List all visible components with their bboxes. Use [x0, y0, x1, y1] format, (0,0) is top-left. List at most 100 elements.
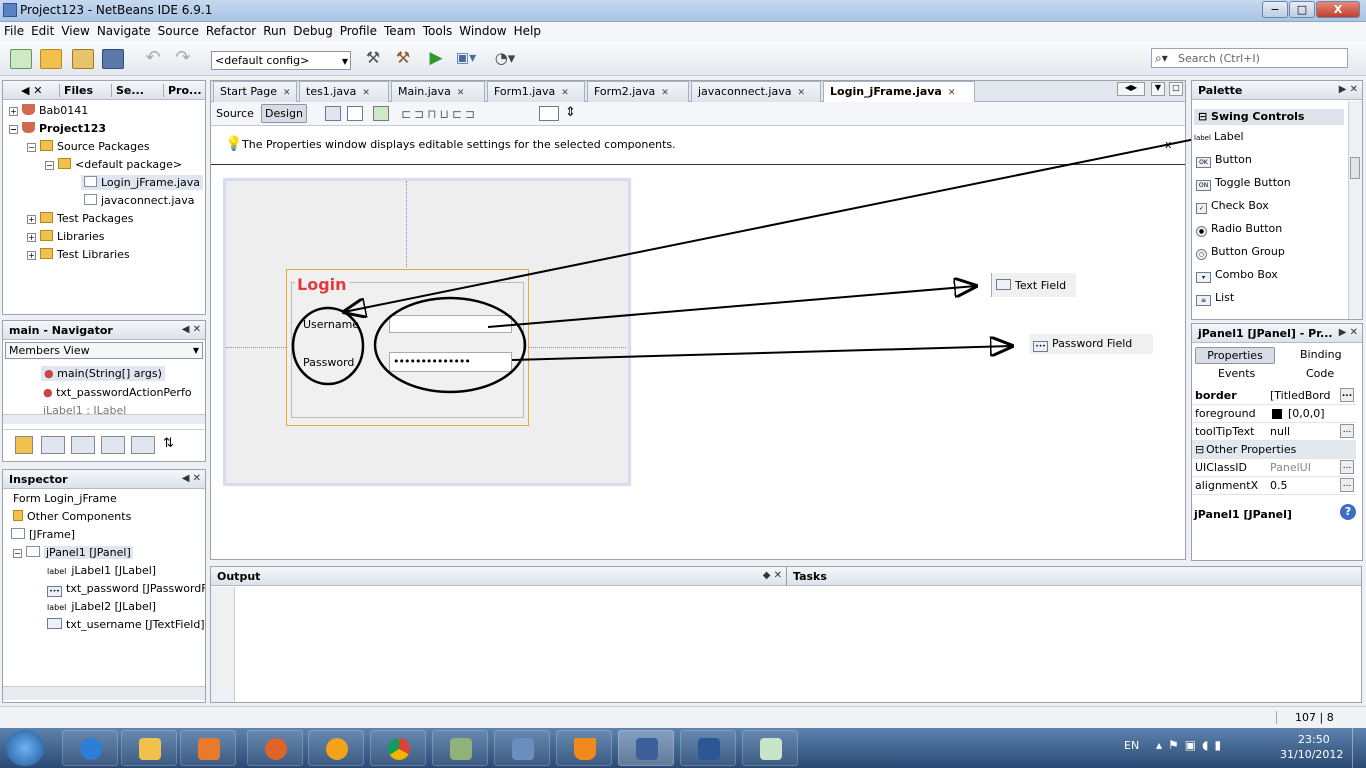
firefox-icon: [265, 738, 287, 760]
property-key: foreground: [1195, 407, 1256, 420]
toggle-button-icon: ON: [1196, 180, 1211, 191]
property-row-alignmentx[interactable]: alignmentX 0.5...: [1192, 477, 1356, 495]
palette-item-check-box[interactable]: ✓ Check Box: [1196, 199, 1269, 214]
tasks-tab[interactable]: Tasks: [786, 567, 1361, 586]
palette-scrollbar[interactable]: [1348, 101, 1362, 319]
palette-item-text: List: [1215, 291, 1235, 304]
property-row-uiclassid[interactable]: UIClassID PanelUI...: [1192, 459, 1356, 477]
window-icon: [450, 738, 472, 760]
properties-title: jPanel1 [JPanel] - Pr...: [1198, 327, 1333, 340]
palette-item-radio-button[interactable]: ● Radio Button: [1196, 222, 1282, 237]
tasks-label: Tasks: [793, 570, 827, 583]
caret-position: 107 | 8: [1276, 711, 1334, 724]
taskbar-virtualbox[interactable]: [494, 730, 550, 766]
start-button[interactable]: [6, 730, 44, 766]
taskbar-chrome[interactable]: [370, 730, 426, 766]
tray-icons[interactable]: ▴⚑▣◖▮: [1156, 738, 1227, 752]
palette-header: Palette ▶ ✕: [1192, 81, 1362, 100]
properties-tab-events[interactable]: Events: [1218, 367, 1255, 380]
palette-category-swing-controls[interactable]: ⊟ Swing Controls: [1194, 109, 1344, 125]
palette-item-text: Button: [1215, 153, 1252, 166]
section-label: Other Properties: [1206, 443, 1297, 456]
taskbar-explorer[interactable]: [121, 730, 177, 766]
clock-date[interactable]: 31/10/2012: [1280, 748, 1343, 761]
property-key: alignmentX: [1195, 479, 1259, 492]
label-icon: label: [1194, 134, 1211, 142]
show-desktop-button[interactable]: [1352, 728, 1366, 768]
panel-controls-icon[interactable]: ▶ ✕: [1339, 84, 1358, 95]
property-editor-button[interactable]: ...: [1340, 460, 1354, 474]
palette-item-label[interactable]: label Label: [1194, 130, 1244, 143]
property-row-border[interactable]: border [TitledBorde...: [1192, 387, 1356, 405]
properties-header: jPanel1 [JPanel] - Pr... ▶ ✕: [1192, 324, 1362, 343]
palette-item-text: Button Group: [1211, 245, 1285, 258]
palette-item-list[interactable]: ≡ List: [1196, 291, 1234, 306]
taskbar-app[interactable]: [432, 730, 488, 766]
collapse-icon[interactable]: ⊟: [1198, 110, 1211, 123]
palette-item-text: Toggle Button: [1215, 176, 1291, 189]
taskbar-firefox[interactable]: [247, 730, 303, 766]
output-header: Output ◆ ✕: [211, 567, 786, 586]
taskbar-vlc[interactable]: [556, 730, 612, 766]
language-indicator[interactable]: EN: [1124, 739, 1139, 752]
list-icon: ≡: [1196, 295, 1211, 306]
taskbar-notes[interactable]: [742, 730, 798, 766]
property-key: toolTipText: [1195, 425, 1255, 438]
property-value: PanelUI: [1270, 461, 1311, 474]
property-editor-button[interactable]: ...: [1340, 478, 1354, 492]
palette-item-button-group[interactable]: ○ Button Group: [1196, 245, 1285, 260]
palette-item-combo-box[interactable]: ▾ Combo Box: [1196, 268, 1278, 283]
annotation-circle-labels: [291, 306, 365, 386]
help-icon[interactable]: ?: [1340, 504, 1356, 520]
clock-time[interactable]: 23:50: [1298, 733, 1330, 746]
internet-explorer-icon: [80, 738, 102, 760]
button-group-icon: ○: [1196, 249, 1207, 260]
arrow-label-to-labels: [344, 135, 1211, 312]
taskbar-ie[interactable]: [62, 730, 118, 766]
media-player-icon: [198, 738, 220, 760]
palette-item-text: Check Box: [1211, 199, 1269, 212]
properties-tab-code[interactable]: Code: [1306, 367, 1334, 380]
aimp-icon: [326, 738, 348, 760]
property-row-tooltip[interactable]: toolTipText null...: [1192, 423, 1356, 441]
palette-panel: Palette ▶ ✕ ⊟ Swing Controls label Label O…: [1191, 80, 1363, 320]
palette-item-button[interactable]: OK Button: [1196, 153, 1252, 168]
output-panel: Output ◆ ✕ Tasks: [210, 566, 1362, 703]
palette-item-text: Radio Button: [1211, 222, 1283, 235]
collapse-icon[interactable]: ⊟: [1195, 443, 1204, 456]
notepad-icon: [760, 738, 782, 760]
netbeans-icon: [636, 738, 658, 760]
annotation-circle-fields: [373, 296, 527, 394]
palette-item-text: Label: [1213, 130, 1244, 143]
property-editor-button[interactable]: ...: [1340, 424, 1354, 438]
property-sheet: border[TitledBorde... foreground[0,0,0] …: [1192, 387, 1362, 499]
property-editor-button[interactable]: ...: [1340, 388, 1354, 402]
palette-title: Palette: [1198, 84, 1243, 97]
taskbar-word[interactable]: [680, 730, 736, 766]
scrollbar-thumb[interactable]: [1350, 157, 1360, 179]
checkbox-icon: ✓: [1196, 203, 1207, 214]
arrow-field-to-text-field: [487, 286, 976, 328]
other-properties-header[interactable]: ⊟ Other Properties: [1192, 441, 1356, 459]
property-row-foreground[interactable]: foreground [0,0,0]: [1192, 405, 1356, 423]
output-side-toolbar: [211, 587, 235, 702]
combo-box-icon: ▾: [1196, 272, 1211, 283]
taskbar-media[interactable]: [180, 730, 236, 766]
property-key: border: [1195, 389, 1237, 402]
taskbar-netbeans[interactable]: [618, 730, 674, 766]
property-description-title: jPanel1 [JPanel]: [1194, 508, 1292, 521]
taskbar-aimp[interactable]: [308, 730, 364, 766]
properties-tab-properties[interactable]: Properties: [1195, 347, 1275, 364]
status-bar: 107 | 8: [0, 706, 1366, 728]
folder-icon: [139, 738, 161, 760]
panel-controls-icon[interactable]: ▶ ✕: [1339, 327, 1358, 338]
property-value: [TitledBorde: [1270, 389, 1330, 402]
radio-button-icon: ●: [1196, 226, 1207, 237]
chrome-icon: [388, 738, 410, 760]
palette-item-toggle-button[interactable]: ON Toggle Button: [1196, 176, 1291, 191]
arrow-field-to-password-field: [511, 346, 1012, 361]
properties-tab-binding[interactable]: Binding: [1300, 348, 1342, 361]
palette-item-text: Combo Box: [1215, 268, 1278, 281]
category-label: Swing Controls: [1211, 110, 1305, 123]
panel-controls-icon[interactable]: ◆ ✕: [763, 570, 782, 581]
